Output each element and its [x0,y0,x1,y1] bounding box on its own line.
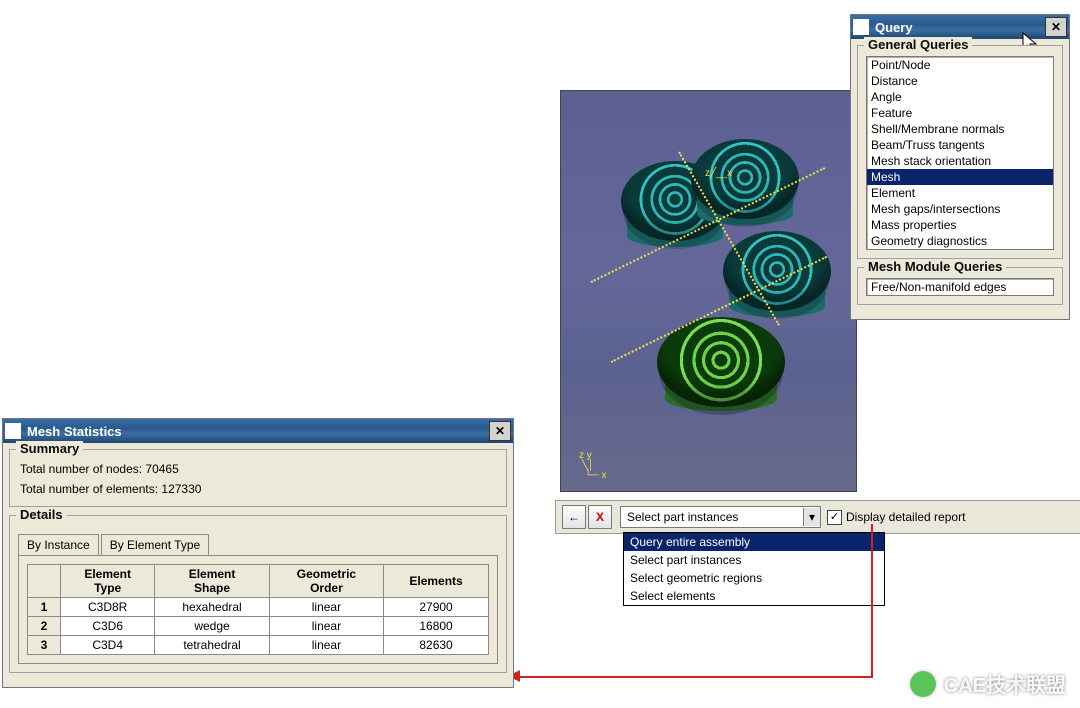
mesh-stats-titlebar[interactable]: Mesh Statistics ✕ [3,419,513,443]
table-row[interactable]: 3 C3D4 tetrahedral linear 82630 [28,636,489,655]
watermark: CAE技术联盟 [910,669,1066,698]
coil-2 [691,139,799,219]
coil-3 [723,231,831,311]
query-item-shell-normals[interactable]: Shell/Membrane normals [867,121,1053,137]
query-item-angle[interactable]: Angle [867,89,1053,105]
mesh-stats-title: Mesh Statistics [25,424,489,439]
opt-select-part-instances[interactable]: Select part instances [624,551,884,569]
opt-select-geometric-regions[interactable]: Select geometric regions [624,569,884,587]
query-item-distance[interactable]: Distance [867,73,1053,89]
cell-shape: tetrahedral [155,636,269,655]
col-rownum [28,565,61,598]
window-icon [853,19,869,35]
col-element-type: ElementType [61,565,155,598]
cell-count: 82630 [384,636,489,655]
summary-group: Summary Total number of nodes: 70465 Tot… [9,449,507,507]
mesh-stats-window: Mesh Statistics ✕ Summary Total number o… [2,418,514,688]
close-icon[interactable]: ✕ [1045,17,1067,37]
summary-label: Summary [16,441,83,456]
wechat-icon [910,671,936,697]
mesh-module-queries-label: Mesh Module Queries [864,259,1006,274]
query-item-free-nonmanifold[interactable]: Free/Non-manifold edges [867,279,1053,295]
callout-line-horiz [520,676,873,678]
query-item-geom-diag[interactable]: Geometry diagnostics [867,233,1053,249]
detailed-report-label: Display detailed report [846,510,965,524]
opt-select-elements[interactable]: Select elements [624,587,884,605]
general-queries-group: General Queries Point/Node Distance Angl… [857,45,1063,259]
row-number: 2 [28,617,61,636]
query-item-point-node[interactable]: Point/Node [867,57,1053,73]
prompt-scope-dropdown[interactable]: Query entire assembly Select part instan… [623,532,885,606]
mesh-module-queries-group: Mesh Module Queries Free/Non-manifold ed… [857,267,1063,305]
detailed-report-checkbox[interactable]: ✓ [827,510,842,525]
element-type-table: ElementType ElementShape GeometricOrder … [27,564,489,655]
query-item-beam-tangents[interactable]: Beam/Truss tangents [867,137,1053,153]
col-geometric-order: GeometricOrder [269,565,383,598]
query-item-mass[interactable]: Mass properties [867,217,1053,233]
query-item-element[interactable]: Element [867,185,1053,201]
details-tabpanel: ElementType ElementShape GeometricOrder … [18,555,498,664]
prompt-back-button[interactable]: ← [562,505,586,529]
cell-order: linear [269,636,383,655]
general-queries-list[interactable]: Point/Node Distance Angle Feature Shell/… [866,56,1054,250]
coil-4-selected [657,317,785,407]
table-row[interactable]: 1 C3D8R hexahedral linear 27900 [28,598,489,617]
cell-shape: wedge [155,617,269,636]
callout-line-vert [871,524,873,676]
check-icon: ✓ [830,512,839,523]
details-group: Details By Instance By Element Type Elem… [9,515,507,673]
cell-order: linear [269,617,383,636]
cell-count: 27900 [384,598,489,617]
col-elements: Elements [384,565,489,598]
summary-nodes: Total number of nodes: 70465 [18,460,498,480]
prompt-scope-combo[interactable]: Select part instances ▾ [620,506,821,528]
query-item-gaps[interactable]: Mesh gaps/intersections [867,201,1053,217]
cell-type: C3D6 [61,617,155,636]
viewport-3d[interactable]: z╱__x z y ╲│ └─ x [560,90,857,492]
details-label: Details [16,507,67,522]
tab-by-instance[interactable]: By Instance [18,534,99,555]
cell-count: 16800 [384,617,489,636]
tab-by-element-type[interactable]: By Element Type [101,534,210,555]
close-icon[interactable]: ✕ [489,421,511,441]
query-item-mesh[interactable]: Mesh [867,169,1053,185]
cell-type: C3D8R [61,598,155,617]
row-number: 3 [28,636,61,655]
prompt-bar: ← X Select part instances ▾ ✓ Display de… [555,500,1080,534]
row-number: 1 [28,598,61,617]
prompt-cancel-button[interactable]: X [588,505,612,529]
table-row[interactable]: 2 C3D6 wedge linear 16800 [28,617,489,636]
view-triad: z y ╲│ └─ x [579,451,607,481]
query-title: Query [873,20,1045,35]
mesh-module-queries-list[interactable]: Free/Non-manifold edges [866,278,1054,296]
query-item-feature[interactable]: Feature [867,105,1053,121]
cell-shape: hexahedral [155,598,269,617]
window-icon [5,423,21,439]
cell-type: C3D4 [61,636,155,655]
col-element-shape: ElementShape [155,565,269,598]
opt-query-entire-assembly[interactable]: Query entire assembly [624,533,884,551]
query-item-mesh-stack[interactable]: Mesh stack orientation [867,153,1053,169]
watermark-text: CAE技术联盟 [944,669,1066,698]
chevron-down-icon[interactable]: ▾ [803,508,820,526]
prompt-scope-value: Select part instances [621,510,803,524]
query-window: Query ✕ General Queries Point/Node Dista… [850,14,1070,320]
cell-order: linear [269,598,383,617]
general-queries-label: General Queries [864,37,972,52]
summary-elements: Total number of elements: 127330 [18,480,498,498]
query-titlebar[interactable]: Query ✕ [851,15,1069,39]
